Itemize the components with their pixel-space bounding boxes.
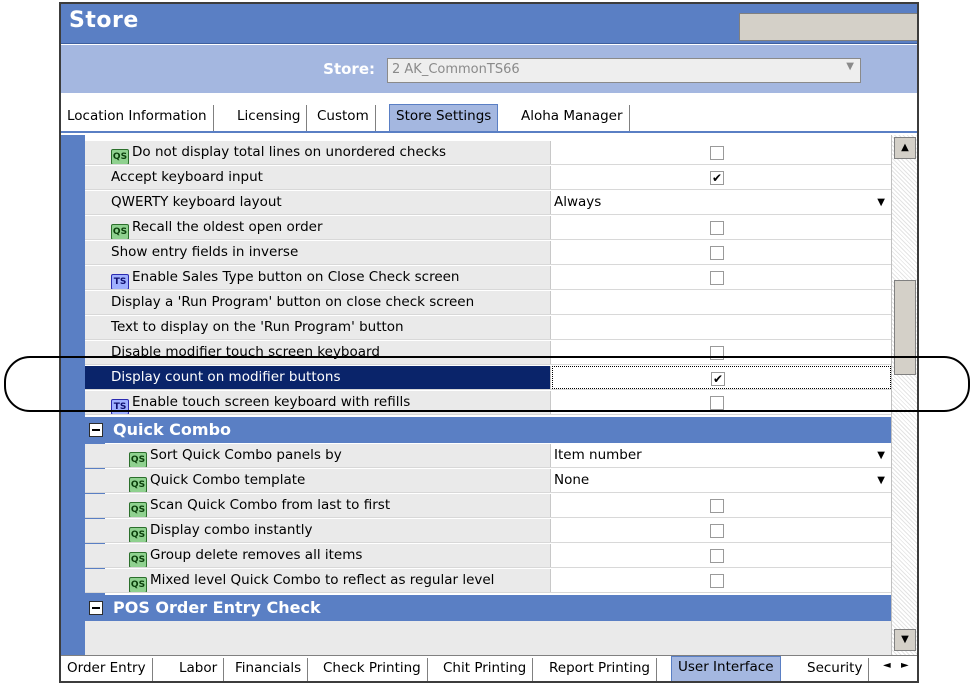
setting-name: TS Enable Sales Type button on Close Chec… — [85, 266, 551, 289]
setting-checkbox[interactable] — [710, 524, 724, 538]
collapse-icon[interactable] — [89, 601, 103, 615]
tab-order-entry[interactable]: Order Entry — [61, 658, 153, 681]
setting-name: QS Recall the oldest open order — [85, 216, 551, 239]
setting-row[interactable]: QS Sort Quick Combo panels by Item number… — [85, 444, 891, 468]
setting-checkbox[interactable]: ✔ — [710, 171, 724, 185]
tab-custom[interactable]: Custom — [311, 105, 376, 131]
highlight-annotation — [4, 356, 970, 412]
setting-row[interactable]: TS Enable Sales Type button on Close Chec… — [85, 266, 891, 290]
ts-badge-icon: TS — [111, 274, 129, 289]
tab-prev-icon[interactable]: ◄ — [883, 660, 891, 671]
setting-row[interactable]: Show entry fields in inverse — [85, 241, 891, 265]
setting-checkbox[interactable] — [710, 499, 724, 513]
store-selector-bar: Store: 2 AK_CommonTS66 ▼ — [61, 45, 917, 93]
setting-row[interactable]: QS Scan Quick Combo from last to first — [85, 494, 891, 518]
setting-name: QS Display combo instantly — [85, 519, 551, 542]
setting-name: QS Scan Quick Combo from last to first — [85, 494, 551, 517]
top-tab-strip: Location Information Licensing Custom St… — [61, 103, 917, 133]
setting-value — [552, 266, 891, 289]
setting-value — [552, 241, 891, 264]
setting-name: QS Quick Combo template — [85, 469, 551, 492]
tab-financials[interactable]: Financials — [229, 658, 309, 681]
setting-row[interactable]: QS Recall the oldest open order — [85, 216, 891, 240]
setting-row[interactable]: Accept keyboard input ✔ — [85, 166, 891, 190]
qs-badge-icon: QS — [129, 552, 147, 567]
qs-badge-icon: QS — [129, 477, 147, 492]
chevron-down-icon: ▼ — [877, 197, 885, 208]
grid-partial-row — [85, 621, 891, 655]
setting-checkbox[interactable] — [710, 221, 724, 235]
tab-aloha-manager[interactable]: Aloha Manager — [515, 105, 630, 131]
setting-dropdown[interactable]: Item number ▼ — [552, 444, 891, 467]
setting-checkbox[interactable] — [710, 146, 724, 160]
setting-name: Text to display on the 'Run Program' but… — [85, 316, 551, 339]
title-bar-box — [739, 13, 917, 41]
qs-badge-icon: QS — [111, 149, 129, 164]
collapse-icon[interactable] — [89, 423, 103, 437]
tab-next-icon[interactable]: ► — [901, 660, 909, 671]
store-label: Store: — [323, 60, 375, 78]
group-header-pos-order-entry-check[interactable]: POS Order Entry Check — [85, 595, 891, 621]
tab-store-settings[interactable]: Store Settings — [389, 104, 499, 132]
chevron-down-icon: ▼ — [846, 61, 854, 72]
title-bar: Store — [61, 4, 917, 44]
setting-name: Accept keyboard input — [85, 166, 551, 189]
setting-row[interactable]: Display a 'Run Program' button on close … — [85, 291, 891, 315]
tab-chit-printing[interactable]: Chit Printing — [437, 658, 534, 681]
setting-name: QS Mixed level Quick Combo to reflect as … — [85, 569, 551, 592]
store-window: Store Store: 2 AK_CommonTS66 ▼ Location … — [59, 2, 919, 683]
setting-value: ✔ — [552, 166, 891, 189]
tab-security[interactable]: Security — [801, 658, 870, 681]
tab-labor[interactable]: Labor — [173, 658, 225, 681]
chevron-down-icon: ▼ — [877, 450, 885, 461]
setting-row[interactable]: QS Mixed level Quick Combo to reflect as … — [85, 569, 891, 593]
qs-badge-icon: QS — [129, 577, 147, 592]
group-header-quick-combo[interactable]: Quick Combo — [85, 417, 891, 443]
store-dropdown-value: 2 AK_CommonTS66 — [392, 62, 520, 77]
setting-name: QS Do not display total lines on unordere… — [85, 141, 551, 164]
setting-name: Display a 'Run Program' button on close … — [85, 291, 551, 314]
scroll-up-icon[interactable]: ▲ — [894, 137, 916, 159]
setting-row[interactable]: QS Do not display total lines on unordere… — [85, 141, 891, 165]
setting-row[interactable]: QS Group delete removes all items — [85, 544, 891, 568]
setting-checkbox[interactable] — [710, 549, 724, 563]
setting-value[interactable] — [552, 291, 891, 314]
qs-badge-icon: QS — [111, 224, 129, 239]
setting-checkbox[interactable] — [710, 271, 724, 285]
setting-dropdown[interactable]: Always ▼ — [552, 191, 891, 214]
setting-value — [552, 141, 891, 164]
qs-badge-icon: QS — [129, 527, 147, 542]
tab-user-interface[interactable]: User Interface — [671, 656, 781, 681]
tab-check-printing[interactable]: Check Printing — [317, 658, 428, 681]
setting-name: Show entry fields in inverse — [85, 241, 551, 264]
chevron-down-icon: ▼ — [877, 475, 885, 486]
setting-row[interactable]: QS Quick Combo template None ▼ — [85, 469, 891, 493]
window-title: Store — [69, 8, 139, 33]
bottom-tab-strip: Order Entry Labor Financials Check Print… — [61, 655, 917, 681]
setting-name: QS Group delete removes all items — [85, 544, 551, 567]
scroll-down-icon[interactable]: ▼ — [894, 629, 916, 651]
setting-checkbox[interactable] — [710, 246, 724, 260]
setting-name: QS Sort Quick Combo panels by — [85, 444, 551, 467]
setting-value — [552, 544, 891, 567]
qs-badge-icon: QS — [129, 502, 147, 517]
setting-value[interactable] — [552, 316, 891, 339]
qs-badge-icon: QS — [129, 452, 147, 467]
tab-report-printing[interactable]: Report Printing — [543, 658, 657, 681]
setting-value — [552, 494, 891, 517]
setting-dropdown[interactable]: None ▼ — [552, 469, 891, 492]
setting-row[interactable]: QWERTY keyboard layout Always ▼ — [85, 191, 891, 215]
setting-value — [552, 216, 891, 239]
tab-licensing[interactable]: Licensing — [231, 105, 308, 131]
setting-value — [552, 569, 891, 592]
setting-row[interactable]: Text to display on the 'Run Program' but… — [85, 316, 891, 340]
setting-name: QWERTY keyboard layout — [85, 191, 551, 214]
store-dropdown[interactable]: 2 AK_CommonTS66 ▼ — [387, 58, 861, 83]
setting-value — [552, 519, 891, 542]
setting-checkbox[interactable] — [710, 574, 724, 588]
setting-row[interactable]: QS Display combo instantly — [85, 519, 891, 543]
tab-location-information[interactable]: Location Information — [61, 105, 214, 131]
